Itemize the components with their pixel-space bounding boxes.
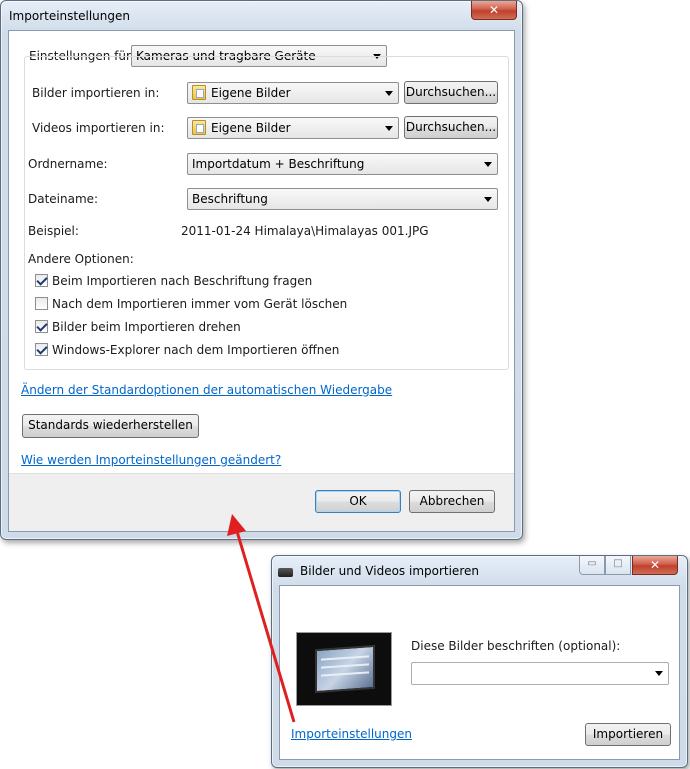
tag-input[interactable] (411, 662, 669, 685)
chevron-down-icon (385, 126, 393, 131)
tag-label: Diese Bilder beschriften (optional): (411, 639, 621, 653)
autoplay-defaults-link[interactable]: Ändern der Standardoptionen der automati… (21, 383, 392, 397)
checkbox[interactable] (35, 297, 48, 310)
option-checkbox-row[interactable]: Beim Importieren nach Beschriftung frage… (35, 274, 312, 290)
window-title: Bilder und Videos importieren (300, 564, 479, 578)
ok-button[interactable]: OK (315, 490, 401, 513)
close-button[interactable]: ✕ (632, 556, 678, 575)
videos-import-label: Videos importieren in: (32, 121, 165, 135)
dialog-footer: Importeinstellungen Importieren (280, 715, 679, 759)
chevron-down-icon (655, 671, 663, 676)
option-checkbox-row[interactable]: Bilder beim Importieren drehen (35, 320, 241, 336)
checkbox-label: Beim Importieren nach Beschriftung frage… (52, 274, 313, 288)
import-settings-window: Importeinstellungen ✕ Einstellungen für:… (0, 0, 523, 540)
checkbox[interactable] (35, 343, 48, 356)
folder-name-dropdown[interactable]: Importdatum + Beschriftung (187, 153, 498, 175)
videos-folder-value: Eigene Bilder (211, 121, 291, 135)
images-import-label: Bilder importieren in: (32, 86, 160, 100)
import-button[interactable]: Importieren (585, 723, 671, 746)
import-settings-link[interactable]: Importeinstellungen (291, 727, 412, 741)
restore-defaults-button[interactable]: Standards wiederherstellen (22, 414, 199, 438)
chevron-down-icon (484, 162, 492, 167)
close-button[interactable]: ✕ (471, 1, 517, 20)
preview-image (315, 644, 375, 694)
preview-thumbnail (296, 632, 392, 706)
browse-videos-button[interactable]: Durchsuchen... (404, 116, 498, 139)
checkbox-label: Nach dem Importieren immer vom Gerät lös… (52, 297, 348, 311)
checkbox-label: Windows-Explorer nach dem Importieren öf… (52, 343, 340, 357)
import-dialog-window: Bilder und Videos importieren ▭ □ ✕ Dies… (271, 555, 688, 768)
images-folder-value: Eigene Bilder (211, 86, 291, 100)
images-folder-dropdown[interactable]: Eigene Bilder (187, 82, 399, 104)
folder-name-value: Importdatum + Beschriftung (192, 157, 365, 171)
file-name-value: Beschriftung (192, 192, 268, 206)
dialog-footer: OK Abbrechen (9, 473, 514, 531)
checkbox[interactable] (35, 274, 48, 287)
checkbox[interactable] (35, 320, 48, 333)
minimize-button[interactable]: ▭ (579, 556, 605, 575)
dialog-client-area: Diese Bilder beschriften (optional): Imp… (279, 585, 680, 760)
option-checkbox-row[interactable]: Windows-Explorer nach dem Importieren öf… (35, 343, 339, 359)
chevron-down-icon (385, 91, 393, 96)
dialog-client-area: Einstellungen für: Kameras und tragbare … (8, 30, 515, 532)
file-name-dropdown[interactable]: Beschriftung (187, 188, 498, 210)
title-bar[interactable]: Importeinstellungen ✕ (1, 1, 522, 30)
folder-icon (192, 85, 206, 100)
window-title: Importeinstellungen (9, 9, 130, 23)
cancel-button[interactable]: Abbrechen (409, 490, 495, 513)
file-name-label: Dateiname: (28, 192, 99, 206)
checkbox-label: Bilder beim Importieren drehen (52, 320, 241, 334)
maximize-button[interactable]: □ (605, 556, 631, 575)
other-options-label: Andere Optionen: (28, 252, 134, 266)
folder-name-label: Ordnername: (28, 157, 108, 171)
browse-images-button[interactable]: Durchsuchen... (404, 81, 498, 104)
help-link[interactable]: Wie werden Importeinstellungen geändert? (21, 453, 281, 467)
example-value: 2011-01-24 Himalaya\Himalayas 001.JPG (181, 224, 429, 238)
camera-icon (278, 568, 293, 577)
example-label: Beispiel: (28, 224, 79, 238)
videos-folder-dropdown[interactable]: Eigene Bilder (187, 117, 399, 139)
option-checkbox-row[interactable]: Nach dem Importieren immer vom Gerät lös… (35, 297, 347, 313)
title-bar[interactable]: Bilder und Videos importieren ▭ □ ✕ (272, 556, 687, 585)
chevron-down-icon (484, 197, 492, 202)
folder-icon (192, 120, 206, 135)
